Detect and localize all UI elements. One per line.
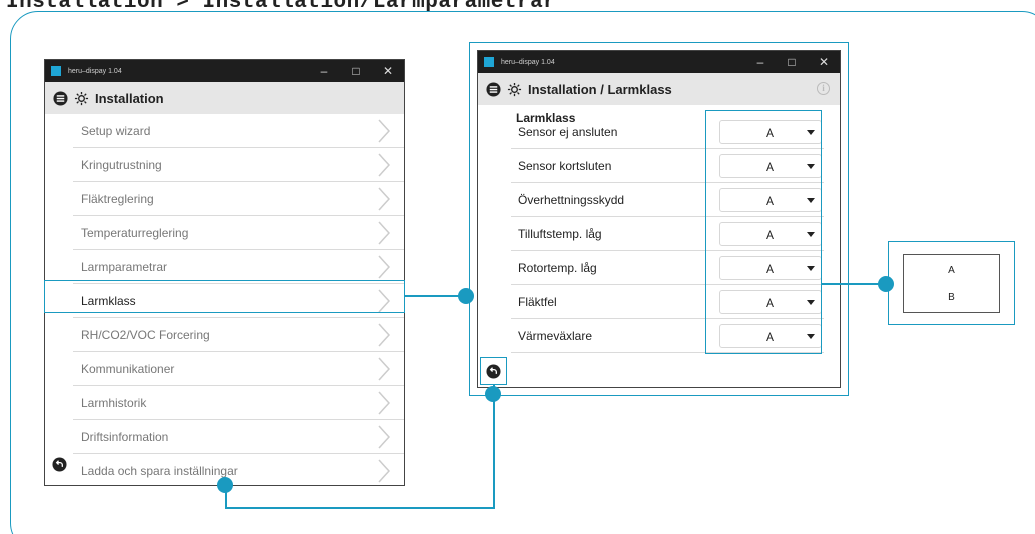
menu-item-label: Kringutrustning [81,157,162,172]
maximize-button[interactable]: □ [340,60,372,82]
alarm-label: Rotortemp. låg [518,261,597,275]
chevron-right-icon [378,221,390,245]
info-icon[interactable]: i [817,82,830,95]
maximize-button[interactable]: □ [776,51,808,73]
connector-dot [217,477,233,493]
alarm-label: Överhettningsskydd [518,193,625,207]
menu-item-rh-co2-voc[interactable]: RH/CO2/VOC Forcering [73,318,404,352]
page-header: Installation [45,82,404,114]
back-icon[interactable] [486,364,501,379]
alarm-label: Sensor ej ansluten [518,125,618,139]
menu-icon[interactable] [53,90,68,106]
alarm-label: Värmeväxlare [518,329,593,343]
menu-item-driftsinformation[interactable]: Driftsinformation [73,420,404,454]
chevron-right-icon [378,153,390,177]
page-header: Installation / Larmklass i [478,73,840,105]
menu-item-kommunikationer[interactable]: Kommunikationer [73,352,404,386]
titlebar: heru–dispay 1.04 – □ ✕ [45,60,404,82]
chevron-right-icon [378,357,390,381]
connector-line [493,385,495,508]
option-a[interactable]: A [904,265,999,276]
connector-dot [485,386,501,402]
menu-item-label: Kommunikationer [81,361,175,376]
chevron-right-icon [378,187,390,211]
app-title: heru–dispay 1.04 [68,67,122,75]
minimize-button[interactable]: – [744,51,776,73]
menu-item-setup-wizard[interactable]: Setup wizard [73,114,404,148]
alarm-label: Fläktfel [518,295,557,309]
chevron-right-icon [378,459,390,483]
connector-dot [878,276,894,292]
back-icon[interactable] [52,457,67,472]
chevron-right-icon [378,119,390,143]
chevron-right-icon [378,323,390,347]
menu-item-label: RH/CO2/VOC Forcering [81,327,210,342]
menu-item-larmhistorik[interactable]: Larmhistorik [73,386,404,420]
close-button[interactable]: ✕ [808,51,840,73]
menu-icon[interactable] [486,81,501,97]
connector-dot [458,288,474,304]
menu-item-label: Fläktreglering [81,191,154,206]
gear-icon [74,91,89,105]
menu-item-label: Ladda och spara inställningar [81,464,238,478]
chevron-right-icon [378,255,390,279]
menu-item-label: Driftsinformation [81,429,169,444]
chevron-right-icon [378,391,390,415]
larmklass-highlight [44,280,405,313]
app-title: heru–dispay 1.04 [501,58,555,66]
titlebar: heru–dispay 1.04 – □ ✕ [478,51,840,73]
menu-item-larmparametrar[interactable]: Larmparametrar [73,250,404,284]
menu-item-label: Larmparametrar [81,259,168,274]
menu-item-fläktreglering[interactable]: Fläktreglering [73,182,404,216]
menu-item-temperaturreglering[interactable]: Temperaturreglering [73,216,404,250]
gear-icon [507,82,522,96]
installation-window: heru–dispay 1.04 – □ ✕ Installation Setu… [44,59,405,486]
alarm-label: Tilluftstemp. låg [518,227,602,241]
alarm-label: Sensor kortsluten [518,159,612,173]
menu-item-label: Larmhistorik [81,395,147,410]
menu-item-kringutrustning[interactable]: Kringutrustning [73,148,404,182]
app-logo-icon [484,57,494,67]
connector-line [405,295,465,297]
close-button[interactable]: ✕ [372,60,404,82]
minimize-button[interactable]: – [308,60,340,82]
header-title: Installation / Larmklass [528,81,672,97]
header-title: Installation [95,90,164,106]
option-b[interactable]: B [904,292,999,303]
menu-item-label: Temperaturreglering [81,225,189,240]
dropdown-options-popup: A B [903,254,1000,313]
app-logo-icon [51,66,61,76]
dropdown-column-highlight [705,110,822,354]
menu-item-label: Setup wizard [81,123,151,138]
chevron-right-icon [378,425,390,449]
menu-item-ladda-och-spara[interactable]: Ladda och spara inställningar [73,454,404,488]
connector-line [225,507,495,509]
